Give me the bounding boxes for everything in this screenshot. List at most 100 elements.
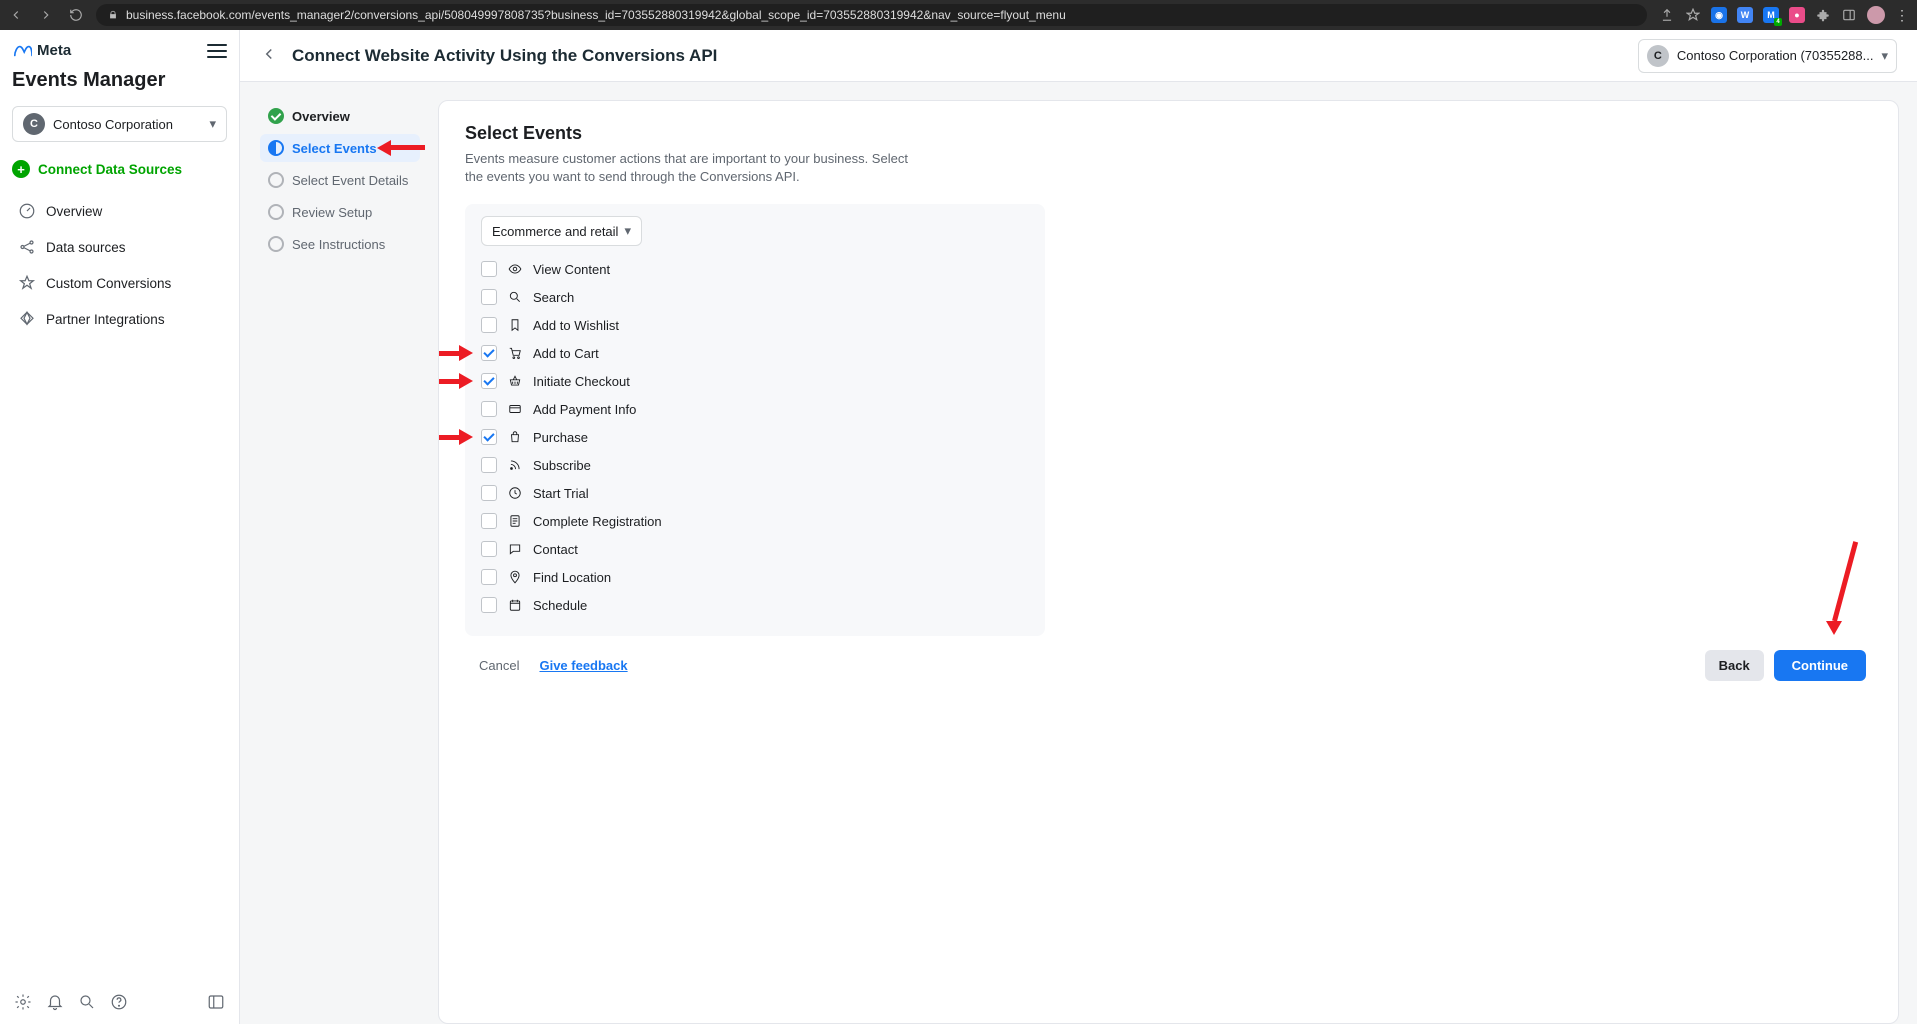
step-select-event-details[interactable]: Select Event Details (260, 166, 420, 194)
step-status-icon (268, 172, 284, 188)
event-checkbox[interactable] (481, 317, 497, 333)
calendar-icon (507, 597, 523, 613)
main-header: Connect Website Activity Using the Conve… (240, 30, 1917, 82)
event-row-search: Search (481, 286, 1029, 308)
browser-forward-button[interactable] (38, 7, 54, 23)
sidebar-footer (12, 985, 227, 1016)
sidebar: Meta Events Manager C Contoso Corporatio… (0, 30, 240, 1024)
event-label: Find Location (533, 570, 611, 585)
pin-icon (507, 569, 523, 585)
extension-icon[interactable]: ● (1789, 7, 1805, 23)
card-footer: Cancel Give feedback Back Continue (465, 636, 1872, 697)
event-checkbox[interactable] (481, 485, 497, 501)
event-checkbox[interactable] (481, 261, 497, 277)
header-back-button[interactable] (260, 45, 278, 66)
browser-url-bar[interactable]: business.facebook.com/events_manager2/co… (96, 4, 1647, 26)
nav-label: Custom Conversions (46, 276, 171, 291)
event-checkbox[interactable] (481, 457, 497, 473)
profile-avatar[interactable] (1867, 6, 1885, 24)
clock-icon (507, 485, 523, 501)
connect-data-sources-link[interactable]: + Connect Data Sources (12, 160, 227, 178)
category-label: Ecommerce and retail (492, 224, 618, 239)
gear-icon[interactable] (14, 993, 32, 1014)
step-label: Select Event Details (292, 173, 408, 188)
extension-icon[interactable]: ◉ (1711, 7, 1727, 23)
eye-icon (507, 261, 523, 277)
event-row-contact: Contact (481, 538, 1029, 560)
event-list: View ContentSearchAdd to WishlistAdd to … (481, 258, 1029, 616)
event-label: Add to Wishlist (533, 318, 619, 333)
feedback-link[interactable]: Give feedback (535, 652, 631, 679)
step-label: Select Events (292, 141, 377, 156)
sidebar-toggle-icon[interactable] (207, 993, 225, 1014)
hamburger-menu-button[interactable] (207, 44, 227, 58)
brand-text: Meta (37, 42, 71, 59)
help-icon[interactable] (110, 993, 128, 1014)
form-icon (507, 513, 523, 529)
company-name: Contoso Corporation (53, 117, 173, 132)
event-label: Schedule (533, 598, 587, 613)
browser-back-button[interactable] (8, 7, 24, 23)
sidebar-nav: Overview Data sources Custom Conversions… (12, 194, 227, 336)
nav-label: Overview (46, 204, 102, 219)
event-row-add-to-wishlist: Add to Wishlist (481, 314, 1029, 336)
cancel-button[interactable]: Cancel (471, 652, 527, 679)
nav-data-sources[interactable]: Data sources (12, 230, 227, 264)
nav-partner-integrations[interactable]: Partner Integrations (12, 302, 227, 336)
browser-chrome: business.facebook.com/events_manager2/co… (0, 0, 1917, 30)
star-icon[interactable] (1685, 7, 1701, 23)
nav-overview[interactable]: Overview (12, 194, 227, 228)
event-checkbox[interactable] (481, 513, 497, 529)
company-initial-badge: C (23, 113, 45, 135)
step-select-events[interactable]: Select Events (260, 134, 420, 162)
bell-icon[interactable] (46, 993, 64, 1014)
business-switcher[interactable]: C Contoso Corporation (70355288... ▾ (1638, 39, 1897, 73)
event-checkbox[interactable] (481, 429, 497, 445)
event-label: Subscribe (533, 458, 591, 473)
browser-refresh-button[interactable] (68, 7, 84, 23)
step-label: Overview (292, 109, 350, 124)
annotation-arrow-event (438, 429, 473, 445)
back-button[interactable]: Back (1705, 650, 1764, 681)
share-icon[interactable] (1659, 7, 1675, 23)
event-checkbox[interactable] (481, 373, 497, 389)
panel-icon[interactable] (1841, 7, 1857, 23)
diamond-icon (18, 310, 36, 328)
step-see-instructions[interactable]: See Instructions (260, 230, 420, 258)
chevron-down-icon: ▾ (209, 116, 216, 132)
event-row-find-location: Find Location (481, 566, 1029, 588)
company-selector[interactable]: C Contoso Corporation ▾ (12, 106, 227, 142)
connect-label: Connect Data Sources (38, 162, 182, 177)
event-checkbox[interactable] (481, 569, 497, 585)
event-label: Contact (533, 542, 578, 557)
event-row-subscribe: Subscribe (481, 454, 1029, 476)
search-icon[interactable] (78, 993, 96, 1014)
lock-icon (108, 10, 118, 20)
continue-button[interactable]: Continue (1774, 650, 1866, 681)
event-checkbox[interactable] (481, 345, 497, 361)
event-checkbox[interactable] (481, 401, 497, 417)
step-status-icon (268, 140, 284, 156)
basket-icon (507, 373, 523, 389)
browser-menu-icon[interactable]: ⋮ (1895, 8, 1909, 22)
nav-custom-conversions[interactable]: Custom Conversions (12, 266, 227, 300)
extension-icon[interactable]: M4 (1763, 7, 1779, 23)
gauge-icon (18, 202, 36, 220)
event-checkbox[interactable] (481, 541, 497, 557)
event-row-view-content: View Content (481, 258, 1029, 280)
extension-icon[interactable]: W (1737, 7, 1753, 23)
step-status-icon (268, 204, 284, 220)
annotation-arrow-event (438, 345, 473, 361)
annotation-arrow-event (438, 373, 473, 389)
bookmark-icon (507, 317, 523, 333)
step-review-setup[interactable]: Review Setup (260, 198, 420, 226)
event-checkbox[interactable] (481, 289, 497, 305)
chevron-down-icon: ▾ (624, 223, 631, 239)
step-status-icon (268, 236, 284, 252)
event-checkbox[interactable] (481, 597, 497, 613)
step-overview[interactable]: Overview (260, 102, 420, 130)
extensions-puzzle-icon[interactable] (1815, 7, 1831, 23)
nav-label: Partner Integrations (46, 312, 165, 327)
category-selector[interactable]: Ecommerce and retail ▾ (481, 216, 642, 246)
business-initial-badge: C (1647, 45, 1669, 67)
